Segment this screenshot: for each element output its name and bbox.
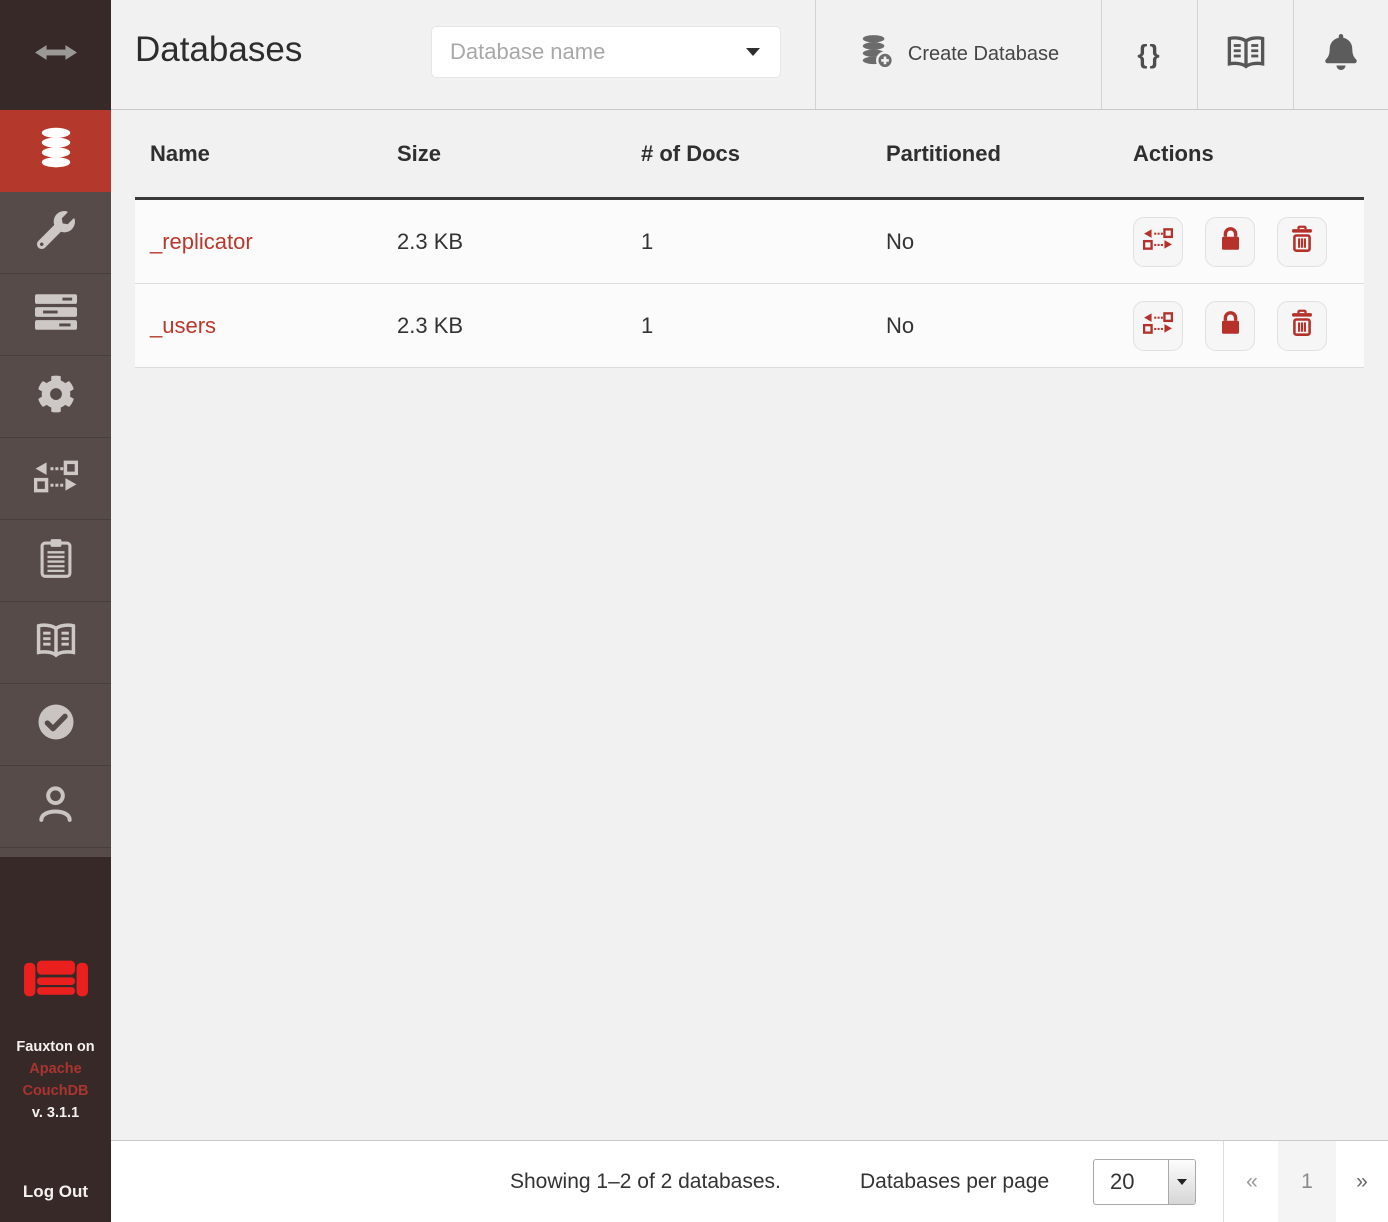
caption-line-fauxton: Fauxton on [0,1036,111,1058]
version-caption: Fauxton on Apache CouchDB v. 3.1.1 [0,1036,111,1124]
api-json-button[interactable]: {} [1101,0,1197,109]
sidebar-item-jobs[interactable] [0,520,111,602]
replicate-icon [1143,227,1173,256]
pagination-prev-button[interactable]: « [1226,1141,1278,1222]
create-database-icon [858,34,894,75]
sidebar-item-documentation[interactable] [0,602,111,684]
column-header-size: Size [382,110,626,197]
database-name-placeholder: Database name [450,39,605,65]
permissions-button[interactable] [1205,217,1255,267]
logout-button[interactable]: Log Out [0,1182,111,1202]
account-person-icon [37,784,74,829]
documentation-book-icon [1225,35,1267,75]
delete-database-button[interactable] [1277,301,1327,351]
cell-partitioned: No [871,200,1118,283]
sidebar-item-account[interactable] [0,766,111,848]
couchdb-couch-logo[interactable] [22,953,90,1010]
caption-line-apache: Apache [0,1058,111,1080]
cell-docs: 1 [626,284,871,367]
delete-database-button[interactable] [1277,217,1327,267]
pagination: « 1 » [1226,1141,1388,1222]
table-header-row: Name Size # of Docs Partitioned Actions [135,110,1364,200]
permissions-button[interactable] [1205,301,1255,351]
caption-line-couchdb: CouchDB [0,1080,111,1102]
create-database-label: Create Database [908,43,1059,66]
cell-size: 2.3 KB [382,200,626,283]
showing-summary: Showing 1–2 of 2 databases. [510,1141,781,1222]
databases-icon [37,127,75,174]
per-page-select[interactable]: 20 [1093,1159,1196,1205]
database-link-replicator[interactable]: _replicator [150,229,253,255]
sidebar-item-active-tasks[interactable] [0,274,111,356]
sidebar-collapse-button[interactable] [0,0,111,110]
cell-size: 2.3 KB [382,284,626,367]
page-title: Databases [135,30,302,70]
column-header-name: Name [135,110,382,197]
column-header-docs: # of Docs [626,110,871,197]
notifications-bell-icon [1325,34,1357,75]
databases-content: Name Size # of Docs Partitioned Actions … [111,110,1388,1140]
cell-partitioned: No [871,284,1118,367]
verify-check-icon [36,702,76,747]
select-dropdown-button[interactable] [1168,1160,1195,1204]
sidebar-item-setup[interactable] [0,192,111,274]
create-database-button[interactable]: Create Database [815,0,1101,109]
per-page-value: 20 [1094,1160,1168,1204]
jobs-clipboard-icon [39,538,73,584]
active-tasks-icon [35,294,77,335]
pagination-page-1[interactable]: 1 [1278,1141,1336,1222]
database-link-users[interactable]: _users [150,313,216,339]
table-row: _users 2.3 KB 1 No [135,284,1364,368]
sidebar-item-replication[interactable] [0,438,111,520]
delete-trash-icon [1289,309,1315,342]
sidebar-item-configuration[interactable] [0,356,111,438]
permissions-lock-icon [1218,309,1243,342]
sidebar-item-databases[interactable] [0,110,111,192]
configuration-gear-icon [37,375,75,418]
replicate-button[interactable] [1133,301,1183,351]
table-row: _replicator 2.3 KB 1 No [135,200,1364,284]
replicate-icon [1143,311,1173,340]
replicate-button[interactable] [1133,217,1183,267]
expand-collapse-icon [35,43,77,67]
cell-docs: 1 [626,200,871,283]
replication-icon [34,459,78,499]
pagination-footer: Showing 1–2 of 2 databases. Databases pe… [111,1140,1388,1222]
documentation-book-icon [34,622,78,664]
page-header: Databases Database name Create Database … [111,0,1388,110]
documentation-button[interactable] [1197,0,1293,109]
sidebar-item-verify[interactable] [0,684,111,766]
databases-table: Name Size # of Docs Partitioned Actions … [135,110,1364,368]
per-page-label: Databases per page [860,1141,1049,1222]
sidebar: Fauxton on Apache CouchDB v. 3.1.1 Log O… [0,0,111,1222]
setup-wrench-icon [37,211,75,254]
json-braces-icon: {} [1137,39,1161,70]
chevron-down-icon [746,48,760,56]
sidebar-brand-section: Fauxton on Apache CouchDB v. 3.1.1 Log O… [0,857,111,1222]
database-name-select[interactable]: Database name [432,27,780,77]
column-header-partitioned: Partitioned [871,110,1118,197]
permissions-lock-icon [1218,225,1243,258]
notifications-button[interactable] [1293,0,1388,109]
caption-line-version: v. 3.1.1 [0,1102,111,1124]
column-header-actions: Actions [1118,110,1364,197]
chevron-down-icon [1177,1179,1187,1185]
delete-trash-icon [1289,225,1315,258]
footer-divider [1223,1141,1224,1222]
pagination-next-button[interactable]: » [1336,1141,1388,1222]
